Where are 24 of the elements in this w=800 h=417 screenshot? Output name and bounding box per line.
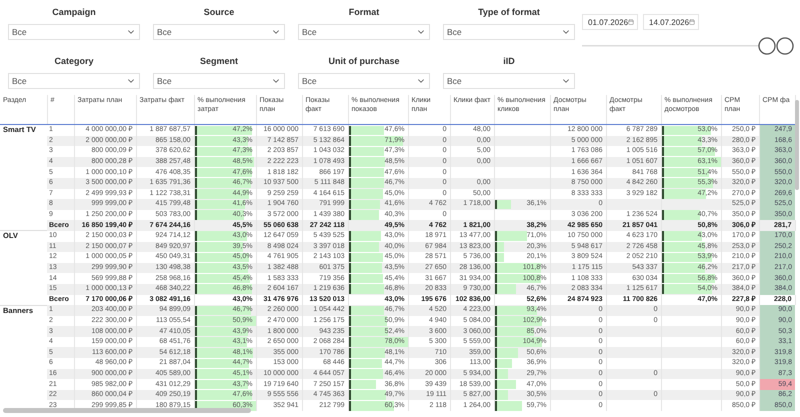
filter-label: Campaign	[51, 6, 97, 18]
dropdown[interactable]: Все	[443, 24, 575, 40]
filter-label: Category	[53, 54, 94, 66]
slider-handle[interactable]	[776, 37, 794, 55]
dropdown[interactable]: Все	[153, 24, 285, 40]
filter-label: Format	[348, 6, 380, 18]
dropdown[interactable]: Все	[298, 72, 430, 88]
filter-label: Segment	[198, 54, 239, 66]
filter-label: Unit of purchase	[327, 54, 400, 66]
dropdown[interactable]: Все	[153, 72, 285, 88]
dropdown[interactable]: Все	[8, 72, 140, 88]
date-field[interactable]: 01.07.2026	[582, 14, 638, 30]
filter-label: Type of format	[477, 6, 541, 18]
slider-handle[interactable]	[758, 37, 776, 55]
dropdown[interactable]: Все	[298, 24, 430, 40]
calendar-icon	[628, 18, 634, 26]
filter-label: Source	[202, 6, 236, 18]
scrollbar-thumb[interactable]	[795, 100, 799, 190]
calendar-icon	[689, 18, 695, 26]
filter-label: iID	[502, 54, 516, 66]
dropdown[interactable]: Все	[8, 24, 140, 40]
date-field[interactable]: 14.07.2026	[643, 14, 699, 30]
scrollbar-thumb[interactable]	[3, 408, 251, 413]
dropdown[interactable]: Все	[443, 72, 575, 88]
